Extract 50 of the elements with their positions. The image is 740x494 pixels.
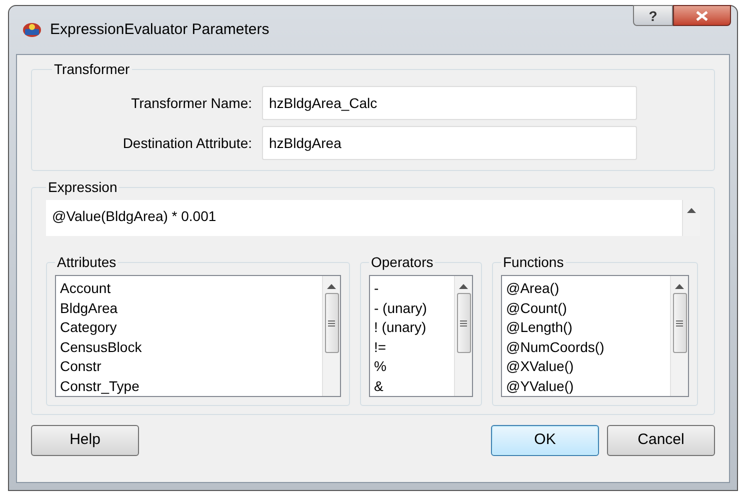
text-field[interactable]: hzBldgArea_Calc — [262, 86, 637, 120]
window-title: ExpressionEvaluator Parameters — [50, 20, 270, 40]
scrollbar[interactable] — [454, 276, 472, 396]
list-item[interactable]: @YValue() — [506, 376, 670, 396]
list-item[interactable]: @Area() — [506, 279, 670, 298]
group-label: Operators — [370, 253, 434, 272]
list-item[interactable]: @XValue() — [506, 357, 670, 376]
list-item[interactable]: @Count() — [506, 298, 670, 318]
list-item[interactable]: & — [374, 376, 454, 396]
dialog-button[interactable]: Cancel — [607, 425, 715, 456]
list-item[interactable]: ! (unary) — [374, 318, 454, 338]
grip-icon — [460, 320, 467, 326]
expression-text: @Value(BldgArea) * 0.001 — [51, 207, 218, 226]
app-icon — [22, 21, 42, 39]
list-item[interactable]: CensusBlock — [60, 338, 322, 357]
scroll-thumb[interactable] — [456, 293, 470, 353]
scroll-up-icon[interactable] — [687, 208, 696, 213]
close-icon — [696, 10, 708, 20]
list-item[interactable]: @Length() — [506, 318, 670, 338]
group-label: Transformer — [53, 60, 131, 79]
list-item[interactable]: % — [374, 357, 454, 376]
list-item[interactable]: Account — [60, 279, 322, 298]
scroll-up-icon[interactable] — [459, 284, 468, 289]
list-item[interactable]: Constr — [60, 357, 322, 376]
group-label: Attributes — [56, 253, 118, 272]
list-item[interactable]: - (unary) — [374, 298, 454, 318]
scroll-up-icon[interactable] — [327, 284, 336, 289]
scroll-thumb[interactable] — [324, 293, 338, 353]
scroll-thumb[interactable] — [672, 293, 686, 353]
text-field[interactable]: hzBldgArea — [262, 126, 637, 160]
list-item[interactable]: - — [374, 279, 454, 298]
field-label: Destination Attribute: — [122, 134, 253, 152]
dialog-button[interactable]: Help — [31, 425, 139, 456]
group-label: Functions — [502, 253, 565, 272]
scrollbar[interactable] — [670, 276, 688, 396]
list-item[interactable]: Category — [60, 318, 322, 338]
list-item[interactable]: != — [374, 338, 454, 357]
list-item[interactable]: BldgArea — [60, 298, 322, 318]
close-button[interactable] — [673, 5, 731, 26]
field-label: Transformer Name: — [130, 94, 253, 112]
help-title-button[interactable]: ? — [633, 5, 673, 26]
expression-field[interactable]: @Value(BldgArea) * 0.001 — [46, 200, 700, 236]
grip-icon — [328, 320, 335, 326]
grip-icon — [676, 320, 683, 326]
scrollbar[interactable] — [322, 276, 340, 396]
list-item[interactable]: Constr_Type — [60, 376, 322, 396]
ok-button[interactable]: OK — [491, 425, 599, 456]
scroll-up-icon[interactable] — [675, 284, 684, 289]
group-label: Expression — [47, 178, 118, 197]
list-item[interactable]: @NumCoords() — [506, 338, 670, 357]
